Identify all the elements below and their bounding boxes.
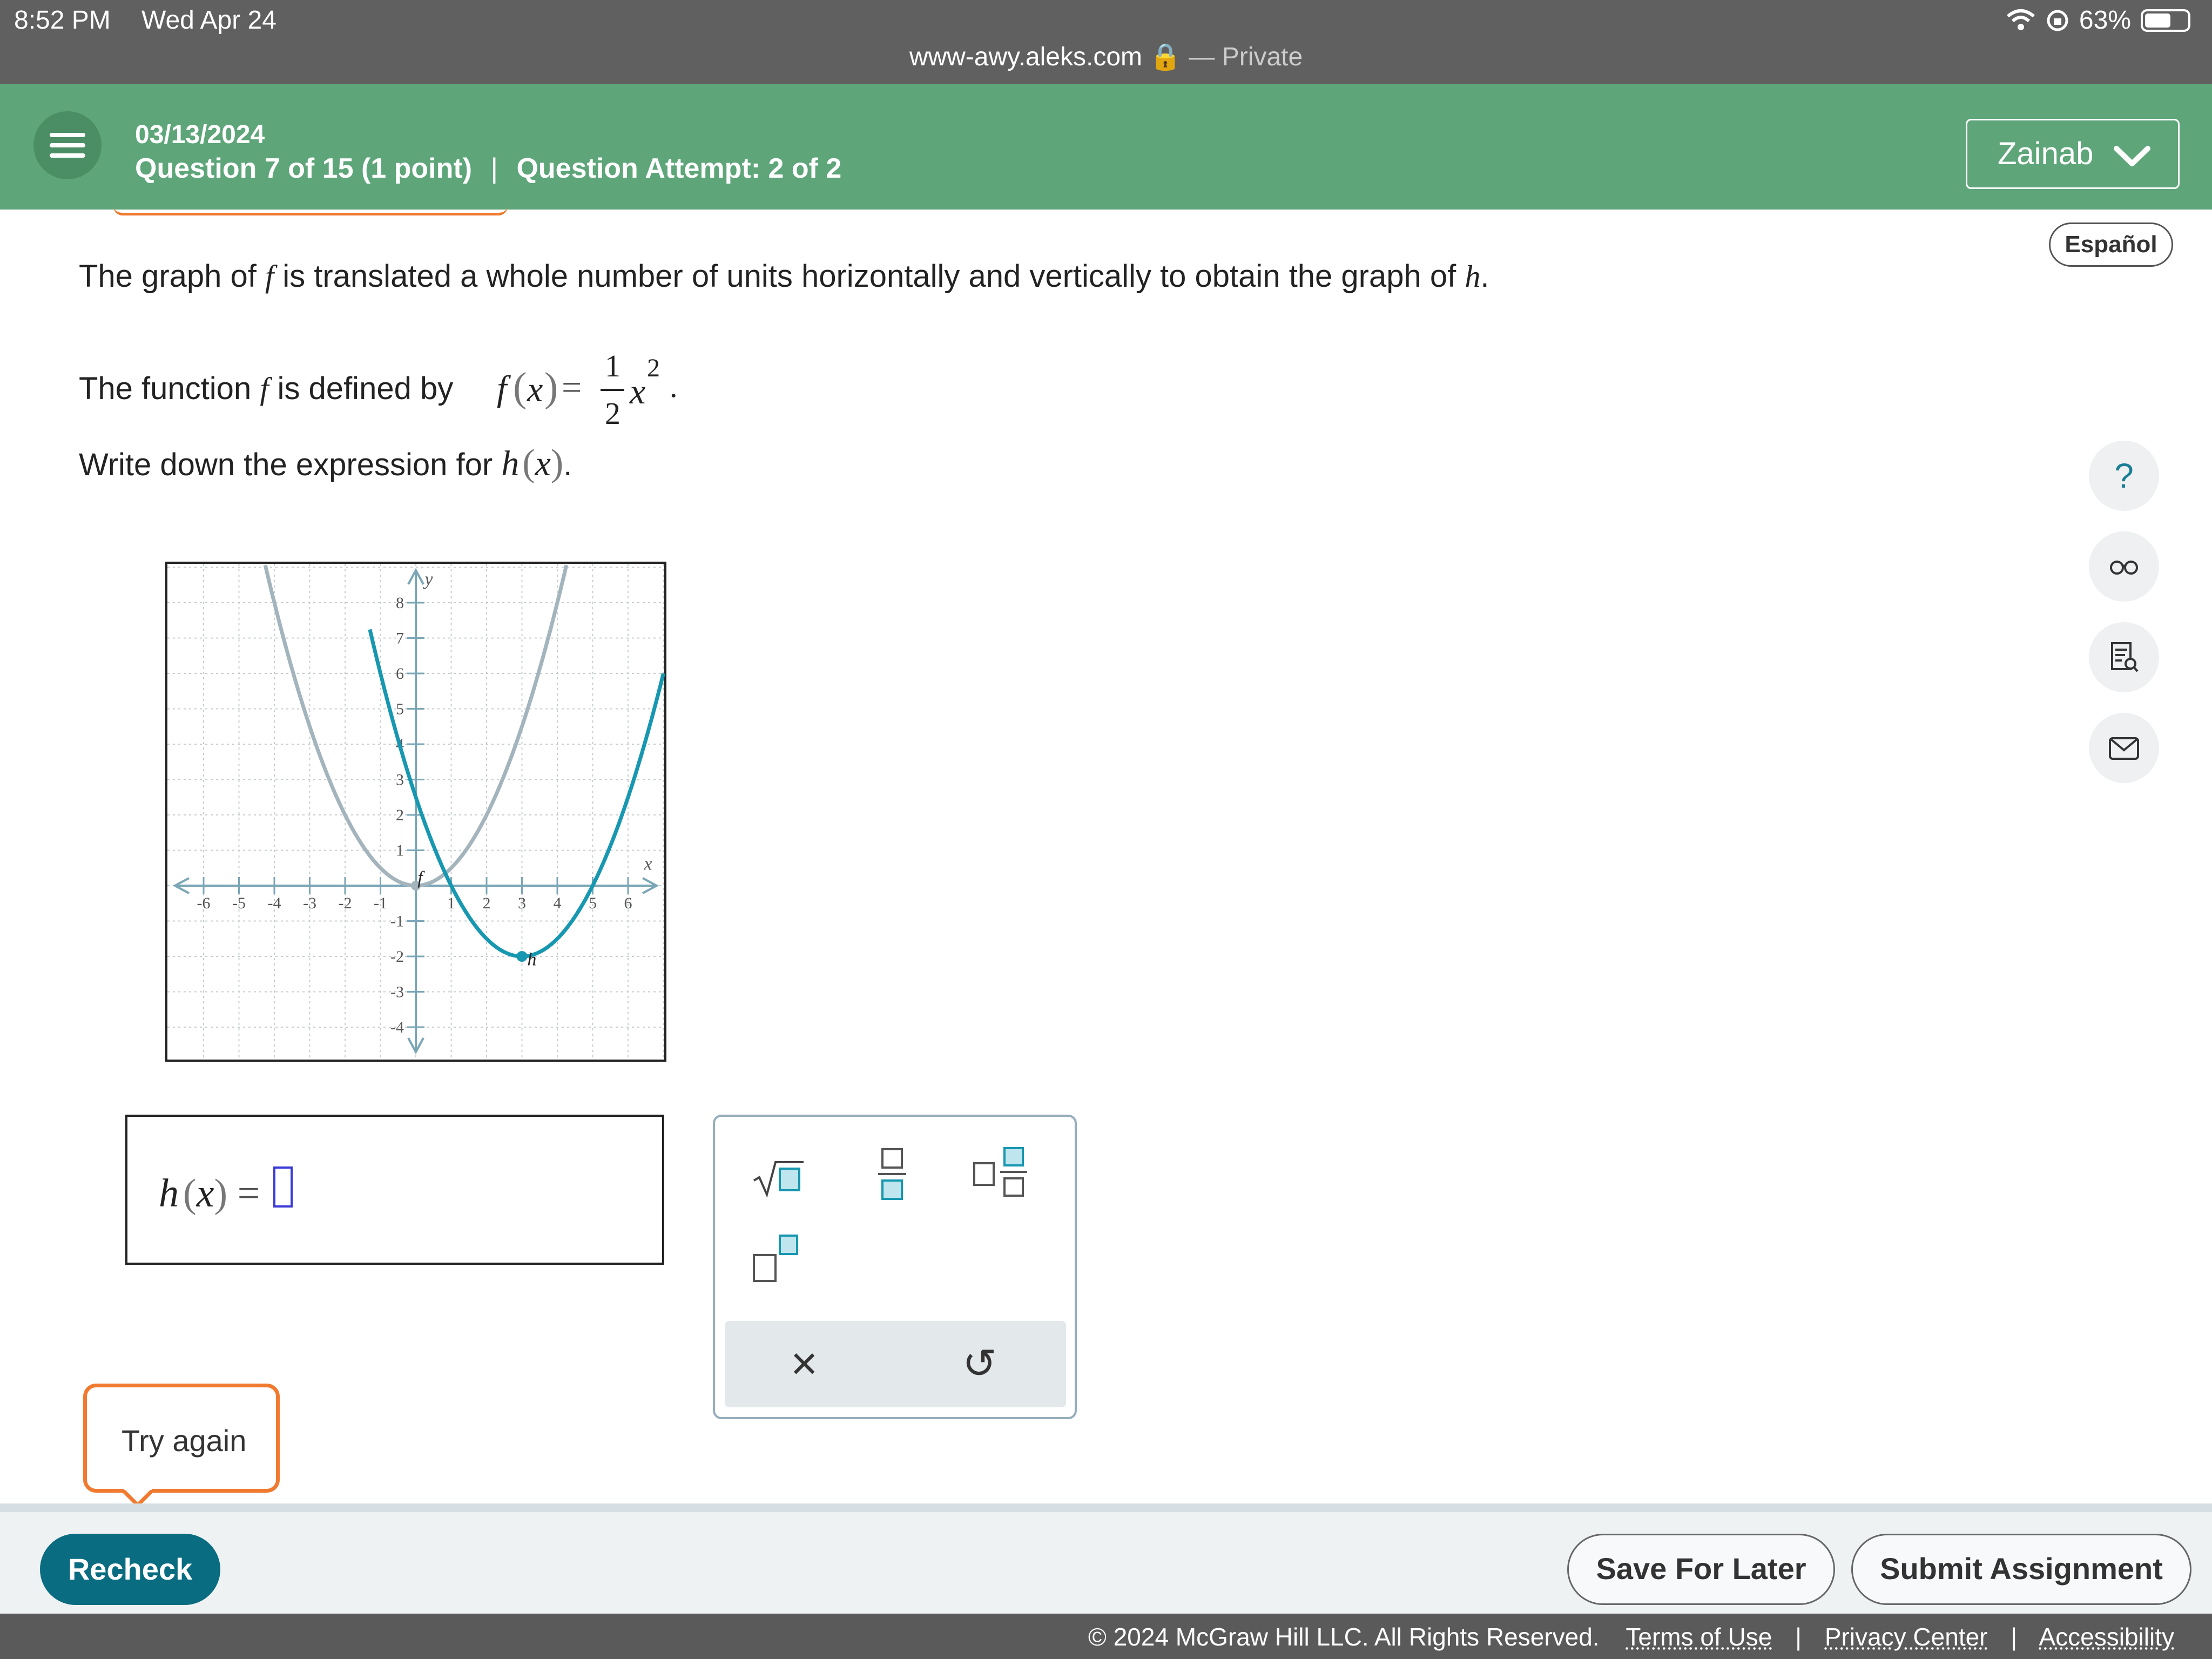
status-time: 8:52 PM <box>14 6 111 35</box>
y-tick-label: 1 <box>396 842 404 860</box>
language-toggle-button[interactable]: Español <box>2049 222 2173 267</box>
exponent-icon <box>753 1235 798 1282</box>
y-tick-label: 8 <box>396 594 404 612</box>
question-number: Question 7 of 15 (1 point) <box>135 153 473 184</box>
accessibility-link[interactable]: Accessibility <box>2039 1623 2174 1651</box>
svg-text:?: ? <box>2114 460 2134 492</box>
document-search-icon <box>2111 642 2139 672</box>
problem-line-1: The graph of f is translated a whole num… <box>79 259 1489 294</box>
feedback-text: Try again <box>122 1424 247 1458</box>
square-root-icon <box>753 1161 804 1198</box>
y-tick-label: 2 <box>396 806 404 824</box>
problem-line-3: Write down the expression for h(x). <box>79 442 572 484</box>
clear-button[interactable]: × <box>791 1337 818 1391</box>
glasses-button[interactable] <box>2089 531 2159 602</box>
x-tick-label: 4 <box>554 894 562 912</box>
action-footer: Recheck Save For Later Submit Assignment <box>0 1503 2212 1614</box>
x-tick-label: 1 <box>447 894 455 912</box>
answer-cursor[interactable] <box>273 1166 293 1208</box>
x-tick-label: -2 <box>339 894 352 912</box>
y-tick-label: -1 <box>390 913 404 930</box>
mail-icon <box>2109 737 2139 760</box>
function-formula: f ( x ) = 1 2 x 2 . <box>497 348 678 431</box>
message-button[interactable] <box>2089 713 2159 783</box>
y-tick-label: -3 <box>390 983 404 1001</box>
undo-button[interactable]: ↺ <box>962 1339 997 1387</box>
x-tick-label: -6 <box>197 894 211 912</box>
x-tick-label: 5 <box>589 894 597 912</box>
save-for-later-button[interactable]: Save For Later <box>1567 1534 1835 1605</box>
sqrt-key[interactable] <box>747 1138 828 1209</box>
url-text: www-awy.aleks.com <box>909 43 1142 71</box>
copyright-bar: © 2024 McGraw Hill LLC. All Rights Reser… <box>0 1614 2212 1659</box>
answer-lhs: h (x) = <box>159 1171 260 1216</box>
y-tick-label: 7 <box>396 630 404 648</box>
y-tick-label: 3 <box>396 771 404 789</box>
url-bar[interactable]: www-awy.aleks.com 🔒 — Private <box>0 41 2212 72</box>
x-tick-label: -4 <box>268 894 281 912</box>
textbook-button[interactable] <box>2089 622 2159 692</box>
submit-assignment-button[interactable]: Submit Assignment <box>1851 1534 2191 1605</box>
orientation-lock-icon <box>2047 10 2068 31</box>
wifi-icon <box>2007 9 2035 30</box>
battery-icon <box>2141 9 2190 32</box>
recheck-button[interactable]: Recheck <box>40 1534 220 1605</box>
hamburger-icon <box>50 133 85 137</box>
x-tick-label: -5 <box>232 894 246 912</box>
private-label: — Private <box>1189 43 1303 71</box>
y-tick-label: 6 <box>396 665 404 683</box>
answer-input[interactable]: h (x) = <box>125 1115 664 1265</box>
status-right: 63% <box>2006 5 2190 35</box>
privacy-link[interactable]: Privacy Center <box>1825 1623 1988 1651</box>
math-keypad: × ↺ <box>713 1115 1077 1419</box>
y-tick-label: -4 <box>390 1019 404 1036</box>
assignment-date: 03/13/2024 <box>135 120 265 149</box>
y-tick-label: 5 <box>396 700 404 718</box>
exponent-key[interactable] <box>747 1225 828 1295</box>
question-mark-icon: ? <box>2114 460 2134 492</box>
y-tick-label: -2 <box>390 948 404 966</box>
status-date: Wed Apr 24 <box>141 6 276 35</box>
battery-percent: 63% <box>2079 6 2131 35</box>
status-bar: 8:52 PM Wed Apr 24 63% www-awy.aleks.com… <box>0 0 2212 84</box>
feedback-tooltip: Try again <box>83 1384 280 1508</box>
glasses-icon <box>2110 561 2138 575</box>
user-name: Zainab <box>1998 136 2094 171</box>
tab-indicator <box>113 206 508 215</box>
lock-icon: 🔒 <box>1149 43 1182 71</box>
help-button[interactable]: ? <box>2089 441 2159 511</box>
problem-line-2: The function f is defined by <box>79 371 454 406</box>
x-tick-label: 3 <box>518 894 526 912</box>
menu-button[interactable] <box>33 111 102 179</box>
copyright-text: © 2024 McGraw Hill LLC. All Rights Reser… <box>1088 1623 1600 1651</box>
question-progress: Question 7 of 15 (1 point) | Question At… <box>135 152 841 185</box>
x-axis-label: x <box>643 854 652 874</box>
terms-link[interactable]: Terms of Use <box>1626 1623 1772 1651</box>
vertex-h <box>516 951 528 962</box>
question-attempt: Question Attempt: 2 of 2 <box>516 153 842 184</box>
keypad-actions: × ↺ <box>725 1321 1066 1407</box>
fraction-icon <box>878 1148 906 1200</box>
x-tick-label: 6 <box>624 894 632 912</box>
y-axis-label: y <box>423 569 433 589</box>
header-separator: | <box>490 153 498 184</box>
user-menu-button[interactable]: Zainab <box>1966 119 2180 189</box>
chevron-down-icon <box>2114 146 2150 166</box>
mixed-number-icon <box>973 1147 1027 1197</box>
mixed-number-key[interactable] <box>969 1138 1050 1209</box>
x-tick-label: -3 <box>303 894 316 912</box>
x-tick-label: 2 <box>483 894 491 912</box>
assignment-header: 03/13/2024 Question 7 of 15 (1 point) | … <box>0 84 2212 210</box>
curve-h-label: h <box>527 949 536 969</box>
function-graph: -6 -5 -4 -3 -2 -1 1 2 3 4 5 687654321-1-2-3-4 f h x… <box>165 562 666 1062</box>
x-tick-label: -1 <box>374 894 387 912</box>
fraction-key[interactable] <box>852 1138 933 1209</box>
